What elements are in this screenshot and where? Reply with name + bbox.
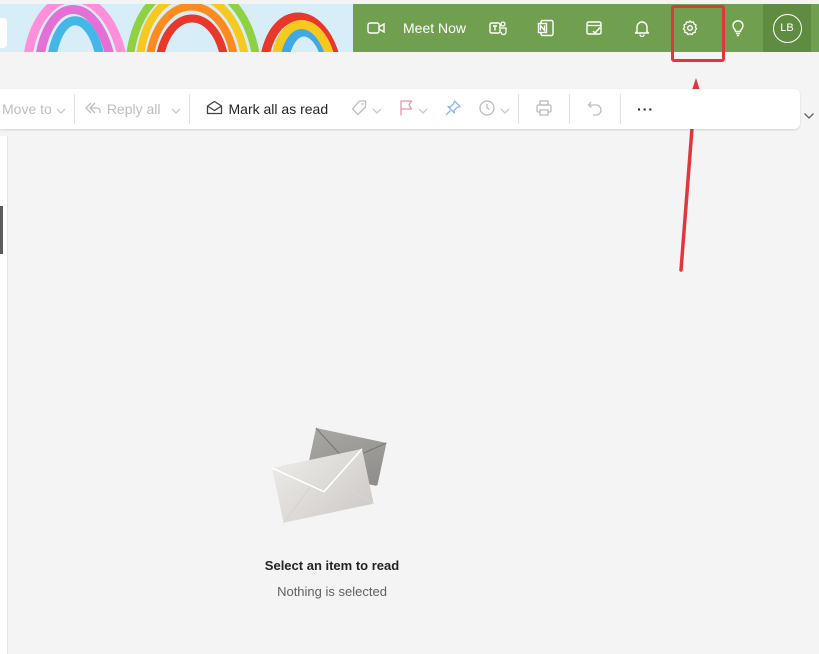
undo-button[interactable] [570, 89, 620, 129]
empty-state-title: Select an item to read [264, 558, 400, 573]
more-options-button[interactable]: ··· [621, 89, 670, 129]
top-toolbar: Meet Now LB [0, 4, 819, 52]
chevron-down-icon [56, 101, 66, 117]
scrollbar-thumb[interactable] [0, 206, 3, 254]
open-envelope-icon [206, 100, 223, 118]
categorize-button[interactable] [336, 89, 390, 129]
printer-icon [535, 99, 553, 120]
empty-state-subtitle: Nothing is selected [277, 584, 387, 599]
teams-button[interactable] [474, 4, 522, 52]
settings-highlight-box [671, 5, 725, 62]
search-box-edge[interactable] [0, 18, 7, 48]
chevron-down-icon [500, 101, 510, 117]
teams-icon [489, 19, 507, 37]
clock-icon [478, 99, 496, 120]
pin-icon [444, 99, 462, 120]
todo-icon [585, 19, 603, 37]
print-button[interactable] [519, 89, 569, 129]
video-icon [367, 21, 385, 35]
notifications-button[interactable] [618, 4, 666, 52]
theme-banner [0, 4, 353, 52]
mark-all-read-button[interactable]: Mark all as read [190, 89, 337, 129]
more-icon: ··· [637, 101, 655, 117]
bell-icon [633, 19, 651, 37]
move-to-label: Move to [2, 101, 52, 117]
pin-button[interactable] [436, 89, 470, 129]
snooze-button[interactable] [470, 89, 518, 129]
empty-envelopes-illustration [271, 427, 387, 524]
tag-icon [350, 99, 368, 120]
flag-icon [398, 99, 414, 120]
undo-icon [586, 99, 604, 120]
chevron-down-icon [372, 101, 382, 117]
mark-all-read-label: Mark all as read [228, 101, 329, 117]
todo-button[interactable] [570, 4, 618, 52]
flag-button[interactable] [390, 89, 436, 129]
command-bar: Move to Reply all Mark all as read ··· [0, 89, 800, 129]
avatar: LB [772, 13, 802, 43]
rainbow-illustration [0, 4, 353, 52]
move-to-button[interactable]: Move to [0, 89, 74, 129]
onenote-button[interactable] [522, 4, 570, 52]
ribbon-expand-chevron-icon[interactable] [803, 112, 815, 120]
reply-all-label: Reply all [106, 101, 161, 117]
meet-now-button[interactable]: Meet Now [353, 4, 474, 52]
chevron-down-icon [171, 101, 181, 117]
chevron-down-icon [418, 101, 428, 117]
onenote-icon [537, 19, 555, 37]
account-button[interactable]: LB [763, 4, 812, 52]
meet-now-label: Meet Now [403, 20, 467, 36]
reply-all-button[interactable]: Reply all [75, 89, 189, 129]
message-list-edge [0, 136, 8, 654]
reply-all-icon [83, 101, 101, 118]
lightbulb-icon [729, 19, 747, 37]
